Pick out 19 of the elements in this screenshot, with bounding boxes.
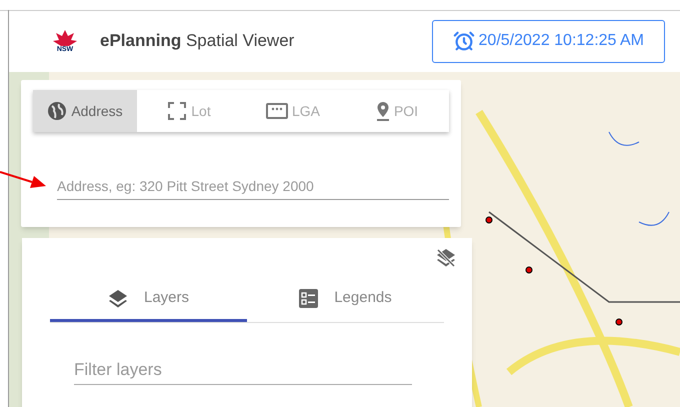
- app-title: ePlanning Spatial Viewer: [100, 30, 294, 52]
- layers-off-icon[interactable]: [436, 248, 456, 268]
- layers-icon: [108, 288, 128, 308]
- map-pin-icon: [376, 101, 390, 121]
- panel-tab[interactable]: Legends: [247, 278, 444, 322]
- pointer-arrow-drawing: [0, 168, 46, 190]
- frame-corners-icon: [167, 101, 188, 121]
- search-type-tab[interactable]: Lot: [137, 90, 241, 132]
- globe-icon: [47, 101, 68, 121]
- alarm-clock-icon: [452, 30, 475, 52]
- search-type-tab[interactable]: Address: [33, 90, 137, 132]
- search-type-tab[interactable]: LGA: [241, 90, 345, 132]
- dotted-box-icon: [266, 103, 288, 119]
- datetime-display: 20/5/2022 10:12:25 AM: [432, 20, 665, 62]
- address-input-field[interactable]: Address, eg: 320 Pitt Street Sydney 2000: [57, 172, 449, 200]
- legend-list-icon: [299, 289, 318, 308]
- filter-layers-field[interactable]: Filter layers: [74, 355, 412, 385]
- panel-tab[interactable]: Layers: [50, 278, 247, 322]
- search-type-tab[interactable]: POI: [345, 90, 449, 132]
